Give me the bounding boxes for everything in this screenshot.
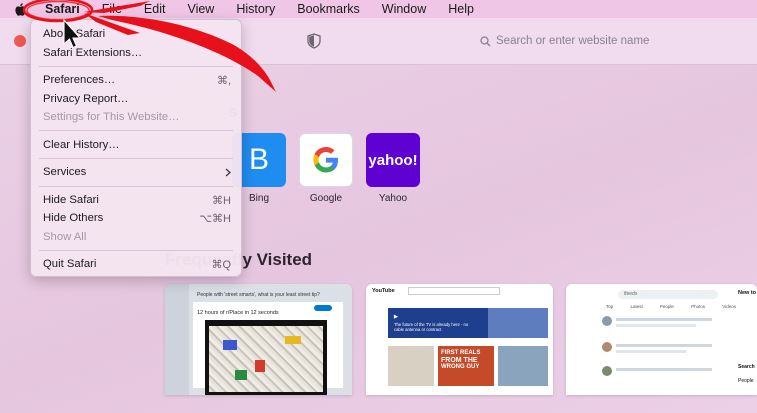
menu-item-quit-safari[interactable]: Quit Safari ⌘Q	[43, 256, 231, 272]
menu-item-services[interactable]: Services	[43, 164, 231, 180]
search-icon	[480, 35, 491, 46]
address-bar[interactable]: Search or enter website name	[470, 30, 757, 52]
menu-separator	[39, 250, 233, 251]
place-image	[205, 320, 327, 395]
menu-item-settings-website: Settings for This Website…	[43, 111, 180, 123]
favorite-label: Google	[309, 193, 343, 204]
frequent-site-reddit[interactable]: People with 'street smarts', what is you…	[165, 284, 352, 395]
menu-window[interactable]: Window	[371, 0, 437, 18]
menu-separator	[39, 158, 233, 159]
menu-item-hide-others[interactable]: Hide Others ⌥⌘H	[43, 210, 231, 226]
menu-separator	[39, 186, 233, 187]
menu-item-show-all: Show All	[43, 231, 87, 243]
youtube-banner: ▶ The future of the TV is already here -…	[388, 308, 548, 338]
menu-bar: Safari File Edit View History Bookmarks …	[0, 0, 757, 18]
twitter-search-box: ifeeds	[618, 290, 718, 299]
video-thumbnail: FIRST REALS FROM THE WRONG GUY	[438, 346, 494, 386]
menu-item-about-safari[interactable]: About Safari	[43, 26, 231, 42]
menu-separator	[39, 130, 233, 131]
favorite-label: Yahoo	[378, 193, 408, 204]
menu-file[interactable]: File	[91, 0, 133, 18]
thumbnail-text: Search	[738, 364, 755, 370]
menu-separator	[39, 66, 233, 67]
thumbnail-text: People	[738, 378, 754, 384]
thumbnail-text: New to	[738, 290, 757, 296]
menu-item-clear-history[interactable]: Clear History…	[43, 137, 231, 153]
menu-help[interactable]: Help	[437, 0, 485, 18]
frequent-site-youtube[interactable]: YouTube ▶ The future of the TV is alread…	[366, 284, 553, 395]
menu-item-privacy-report[interactable]: Privacy Report…	[43, 91, 231, 107]
chevron-right-icon	[225, 168, 231, 176]
menu-edit[interactable]: Edit	[133, 0, 177, 18]
thumbnail-text: People with 'street smarts', what is you…	[197, 292, 320, 298]
address-placeholder: Search or enter website name	[496, 35, 650, 47]
favorite-yahoo[interactable]: yahoo! Yahoo	[366, 133, 420, 204]
menu-item-preferences[interactable]: Preferences… ⌘,	[43, 72, 231, 88]
menu-safari[interactable]: Safari	[34, 0, 91, 18]
apple-logo-icon[interactable]	[14, 2, 26, 16]
yahoo-logo-icon: yahoo!	[366, 133, 420, 187]
favorite-google[interactable]: Google	[299, 133, 353, 204]
frequent-site-twitter[interactable]: ifeeds Top Latest People Photos Videos N…	[566, 284, 757, 395]
thumbnail-text: 12 hours of r/Place in 12 seconds	[197, 310, 279, 316]
thumbnail-text: YouTube	[372, 288, 395, 294]
close-window-button[interactable]	[14, 35, 26, 47]
menu-history[interactable]: History	[225, 0, 286, 18]
menu-item-hide-safari[interactable]: Hide Safari ⌘H	[43, 192, 231, 208]
privacy-shield-icon[interactable]	[307, 33, 321, 49]
menu-bookmarks[interactable]: Bookmarks	[286, 0, 371, 18]
google-logo-icon	[299, 133, 353, 187]
menu-item-safari-extensions[interactable]: Safari Extensions…	[43, 45, 231, 61]
safari-app-menu: About Safari Safari Extensions… Preferen…	[30, 19, 242, 277]
menu-view[interactable]: View	[176, 0, 225, 18]
